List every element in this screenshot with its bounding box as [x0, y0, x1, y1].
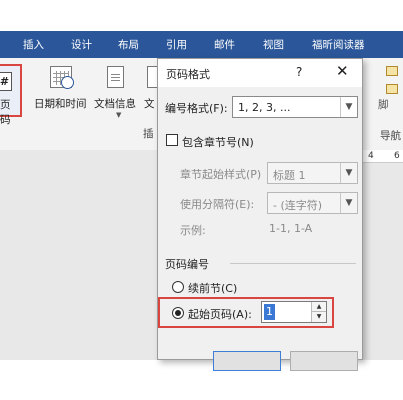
start-at-radio[interactable] — [172, 307, 184, 319]
chapter-style-value: 标题 1 — [273, 169, 306, 182]
start-at-value[interactable]: 1 — [264, 304, 275, 320]
ribbon-tab-bar: 插入 设计 布局 引用 邮件 视图 福昕阅读器 — [0, 31, 403, 58]
footer-label-fragment[interactable]: 脚 — [378, 97, 389, 112]
separator-label: 使用分隔符(E): — [180, 198, 255, 211]
tab-design[interactable]: 设计 — [71, 37, 92, 52]
spin-down-icon[interactable]: ▼ — [311, 312, 326, 322]
tab-foxit-reader[interactable]: 福昕阅读器 — [312, 37, 365, 52]
document-part-icon[interactable] — [147, 66, 157, 88]
include-chapter-checkbox[interactable] — [166, 134, 178, 146]
numbering-section-title: 页码编号 — [165, 258, 209, 271]
number-format-select[interactable]: 1, 2, 3, ... ▼ — [232, 96, 358, 118]
tab-view[interactable]: 视图 — [263, 37, 284, 52]
navigation-group-label: 导航 — [380, 130, 401, 142]
tab-insert[interactable]: 插入 — [23, 37, 44, 52]
page-number-label: 页码 — [0, 99, 11, 126]
dialog-title-bar: 页码格式 ? ✕ — [158, 59, 362, 87]
chapter-style-select[interactable]: 标题 1 ▼ — [267, 162, 358, 184]
document-part-label-fragment[interactable]: 文 — [144, 96, 155, 111]
page-number-button[interactable]: # 页码 — [0, 64, 22, 126]
calendar-clock-icon[interactable] — [50, 66, 74, 89]
ruler-tick: 4 — [368, 151, 374, 161]
start-at-spinner[interactable]: 1 ▲ ▼ — [261, 301, 327, 323]
insert-group-label: 插 — [143, 128, 154, 140]
close-button[interactable]: ✕ — [336, 62, 349, 80]
example-value: 1-1, 1-A — [269, 222, 313, 235]
include-chapter-label[interactable]: 包含章节号(N) — [182, 134, 254, 150]
chevron-down-icon[interactable]: ▼ — [340, 163, 357, 183]
dialog-title: 页码格式 — [166, 68, 210, 81]
page-number-icon: # — [0, 72, 12, 91]
ruler-tick: 6 — [394, 151, 400, 161]
divider — [230, 263, 356, 264]
document-info-label[interactable]: 文档信息 — [94, 96, 136, 111]
chevron-down-icon[interactable]: ▼ — [340, 193, 357, 213]
page-number-format-dialog: 页码格式 ? ✕ 编号格式(F): 1, 2, 3, ... ▼ 包含章节号(N… — [157, 58, 363, 371]
header-icon[interactable] — [386, 66, 398, 76]
continue-label[interactable]: 续前节(C) — [188, 280, 237, 296]
date-time-label[interactable]: 日期和时间 — [34, 96, 87, 111]
separator-select[interactable]: - (连字符) ▼ — [267, 192, 358, 214]
chapter-style-label: 章节起始样式(P) — [180, 168, 262, 181]
help-button[interactable]: ? — [296, 65, 302, 79]
example-label: 示例: — [180, 224, 206, 237]
ruler: 4 6 — [358, 150, 403, 163]
tab-references[interactable]: 引用 — [166, 37, 187, 52]
tab-mailings[interactable]: 邮件 — [214, 37, 235, 52]
chevron-down-icon[interactable]: ▼ — [116, 111, 121, 119]
number-format-label: 编号格式(F): — [165, 102, 228, 115]
spin-up-icon[interactable]: ▲ — [311, 302, 326, 312]
cancel-button[interactable] — [290, 351, 358, 371]
continue-radio[interactable] — [172, 281, 184, 293]
ok-button[interactable] — [213, 351, 281, 371]
tab-layout[interactable]: 布局 — [118, 37, 139, 52]
number-format-value: 1, 2, 3, ... — [238, 101, 291, 114]
start-at-label[interactable]: 起始页码(A): — [188, 306, 252, 322]
chevron-down-icon[interactable]: ▼ — [340, 97, 357, 117]
document-info-icon[interactable] — [107, 66, 124, 88]
footer-icon[interactable] — [386, 84, 398, 94]
separator-value: - (连字符) — [273, 199, 323, 212]
